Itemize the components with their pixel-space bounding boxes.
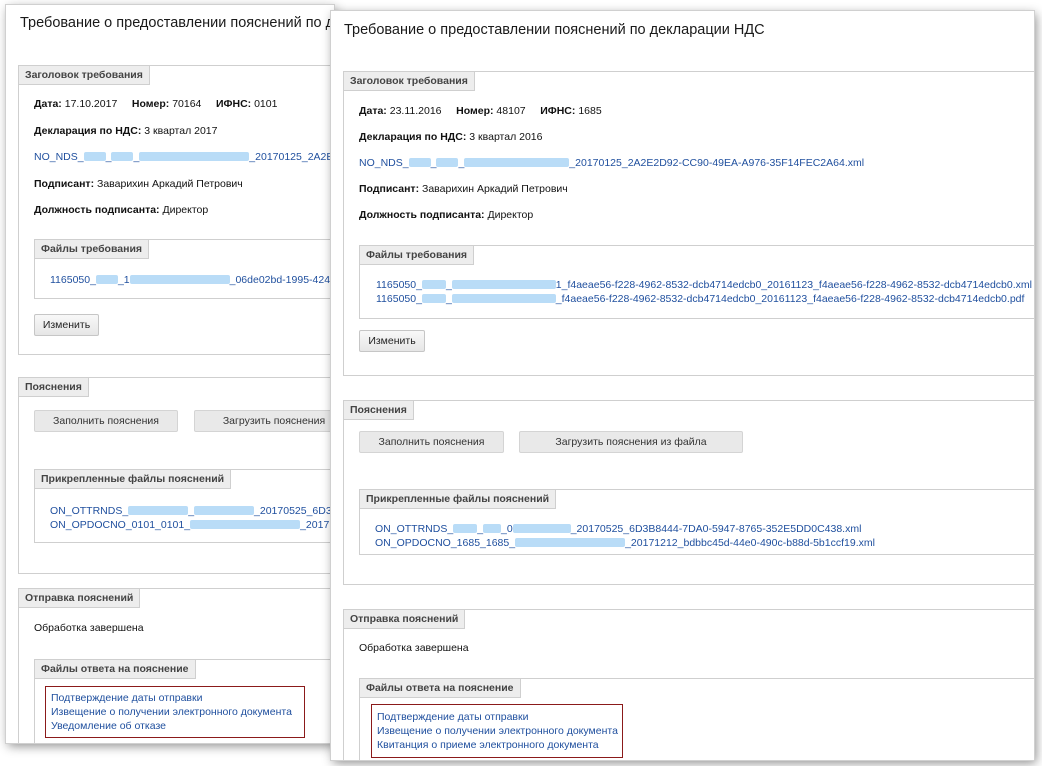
fill-explanations-button[interactable]: Заполнить пояснения <box>359 431 504 453</box>
declaration-file-link[interactable]: NO_NDS_ _ _ _20170125_2A2E <box>34 151 333 163</box>
answer-link-receipt-notice[interactable]: Извещение о получении электронного докум… <box>51 705 300 719</box>
attached-file-link[interactable]: ON_OTTRNDS_ _ _20170525_6D3 <box>50 505 332 517</box>
meta-row: Дата: 23.11.2016 Номер: 48107 ИФНС: 1685 <box>359 105 602 117</box>
attached-file-link[interactable]: ON_OPDOCNO_1685_1685_ _20171212_bdbbc45d-… <box>375 537 875 549</box>
declaration-row: Декларация по НДС: 3 квартал 2017 <box>34 125 218 137</box>
answer-link-acceptance-receipt[interactable]: Квитанция о приеме электронного документ… <box>377 738 618 752</box>
attached-files-section: Прикрепленные файлы пояснений ON_OTTRNDS… <box>34 469 334 543</box>
explanations-section: Пояснения Заполнить пояснения Загрузить … <box>343 400 1034 585</box>
header-legend: Заголовок требования <box>344 72 475 91</box>
answer-link-send-date[interactable]: Подтверждение даты отправки <box>377 710 618 724</box>
status-text: Обработка завершена <box>34 622 144 634</box>
position-row: Должность подписанта: Директор <box>34 204 209 216</box>
answer-files-legend: Файлы ответа на пояснение <box>35 660 196 679</box>
attached-files-section: Прикрепленные файлы пояснений ON_OTTRNDS… <box>359 489 1034 555</box>
number-value: 70164 <box>172 98 202 110</box>
send-section: Отправка пояснений Обработка завершена Ф… <box>343 609 1034 760</box>
header-section: Заголовок требования Дата: 23.11.2016 Но… <box>343 71 1034 376</box>
explanations-legend: Пояснения <box>19 378 89 397</box>
request-files-section: Файлы требования 1165050_ _ 1_f4aeae56-f22… <box>359 245 1034 319</box>
declaration-row: Декларация по НДС: 3 квартал 2016 <box>359 131 543 143</box>
upload-explanations-button[interactable]: Загрузить пояснения <box>194 410 334 432</box>
date-value: 23.11.2016 <box>389 105 442 117</box>
meta-row: Дата: 17.10.2017 Номер: 70164 ИФНС: 0101 <box>34 98 278 110</box>
answer-files-highlight: Подтверждение даты отправки Извещение о … <box>371 704 623 758</box>
request-file-link[interactable]: 1165050_ _ _f4aeae56-f228-4962-8532-dcb471… <box>376 293 1024 305</box>
attached-file-link[interactable]: ON_OPDOCNO_0101_0101_ _20171 <box>50 519 334 531</box>
number-value: 48107 <box>496 105 526 117</box>
status-text: Обработка завершена <box>359 642 469 654</box>
request-file-link[interactable]: 1165050_ _ 1_f4aeae56-f228-4962-8532-dcb47… <box>376 279 1032 291</box>
attached-files-legend: Прикрепленные файлы пояснений <box>35 470 232 489</box>
header-legend: Заголовок требования <box>19 66 150 85</box>
answer-link-refusal[interactable]: Уведомление об отказе <box>51 719 300 733</box>
attached-file-link[interactable]: ON_OTTRNDS_ _ _0 _20170525_6D3B8444-7DA0-59… <box>375 523 861 535</box>
signer-row: Подписант: Заварихин Аркадий Петрович <box>34 178 243 190</box>
request-files-section: Файлы требования 1165050_ _1 _06de02bd-199… <box>34 239 334 299</box>
ifns-value: 0101 <box>254 98 278 110</box>
position-row: Должность подписанта: Директор <box>359 209 534 221</box>
signer-row: Подписант: Заварихин Аркадий Петрович <box>359 183 568 195</box>
send-legend: Отправка пояснений <box>344 610 466 629</box>
answer-link-send-date[interactable]: Подтверждение даты отправки <box>51 691 300 705</box>
request-files-legend: Файлы требования <box>35 240 150 259</box>
send-section: Отправка пояснений Обработка завершена Ф… <box>18 588 334 743</box>
explanations-legend: Пояснения <box>344 401 414 420</box>
page-title: Требование о предоставлении пояснений по… <box>20 15 334 31</box>
request-file-link[interactable]: 1165050_ _1 _06de02bd-1995-424 <box>50 274 330 286</box>
send-legend: Отправка пояснений <box>19 589 141 608</box>
fill-explanations-button[interactable]: Заполнить пояснения <box>34 410 178 432</box>
header-section: Заголовок требования Дата: 17.10.2017 Но… <box>18 65 334 355</box>
ifns-value: 1685 <box>578 105 602 117</box>
front-window: Требование о предоставлении пояснений по… <box>331 11 1034 760</box>
attached-files-legend: Прикрепленные файлы пояснений <box>360 490 557 509</box>
answer-files-legend: Файлы ответа на пояснение <box>360 679 521 698</box>
declaration-file-link[interactable]: NO_NDS_ _ _ _20170125_2A2E2D92-CC90-49EA-A9… <box>359 157 864 169</box>
request-files-legend: Файлы требования <box>360 246 475 265</box>
back-window: Требование о предоставлении пояснений по… <box>6 5 334 743</box>
explanations-section: Пояснения Заполнить пояснения Загрузить … <box>18 377 334 574</box>
answer-files-highlight: Подтверждение даты отправки Извещение о … <box>45 686 305 738</box>
answer-link-receipt-notice[interactable]: Извещение о получении электронного докум… <box>377 724 618 738</box>
date-value: 17.10.2017 <box>64 98 118 110</box>
change-button[interactable]: Изменить <box>34 314 99 336</box>
upload-explanations-button[interactable]: Загрузить пояснения из файла <box>519 431 743 453</box>
change-button[interactable]: Изменить <box>359 330 425 352</box>
page-title: Требование о предоставлении пояснений по… <box>344 22 765 38</box>
